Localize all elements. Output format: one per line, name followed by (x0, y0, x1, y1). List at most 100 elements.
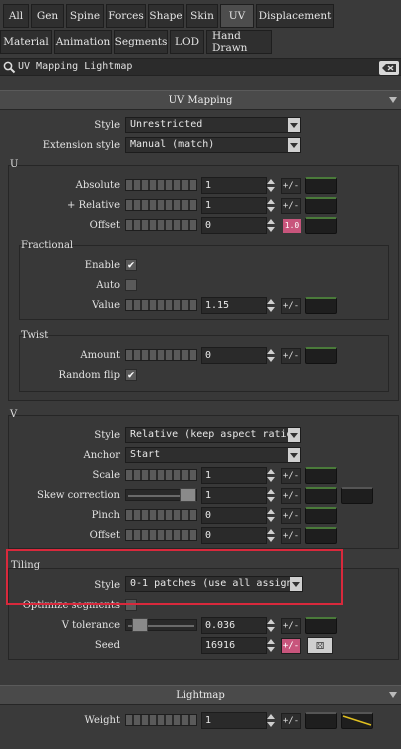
tab-all[interactable]: All (3, 4, 29, 28)
pinch-curve[interactable] (305, 507, 337, 524)
v-style-dropdown[interactable]: Relative (keep aspect ratio) (125, 427, 301, 443)
tab-uv[interactable]: UV (220, 4, 254, 28)
v-style-label: Style (94, 430, 120, 441)
pinch-pm-button[interactable]: +/- (281, 508, 301, 524)
tab-material[interactable]: Material (0, 30, 52, 54)
absolute-pm-button[interactable]: +/- (281, 178, 301, 194)
tab-spine[interactable]: Spine (66, 4, 104, 28)
tiling-style-dropdown[interactable]: 0-1 patches (use all assigned) (125, 576, 303, 592)
relative-spinner[interactable] (266, 197, 275, 214)
v-tolerance-field[interactable]: 0.036 (201, 617, 267, 634)
weight-curve[interactable] (305, 712, 337, 729)
absolute-spinner[interactable] (266, 177, 275, 194)
tab-skin[interactable]: Skin (186, 4, 218, 28)
tab-shape[interactable]: Shape (148, 4, 184, 28)
scale-curve[interactable] (305, 467, 337, 484)
tab-gen[interactable]: Gen (31, 4, 64, 28)
u-offset-field[interactable]: 0 (201, 217, 267, 234)
scale-field[interactable]: 1 (201, 467, 267, 484)
anchor-dropdown[interactable]: Start (125, 447, 301, 463)
amount-curve[interactable] (305, 347, 337, 364)
pinch-field[interactable]: 0 (201, 507, 267, 524)
fractional-value-spinner[interactable] (266, 297, 275, 314)
fractional-value-field[interactable]: 1.15 (201, 297, 267, 314)
v-tolerance-spinner[interactable] (266, 617, 275, 634)
u-offset-badge[interactable]: 1.0 (283, 219, 301, 233)
optimize-segments-checkbox[interactable] (125, 599, 137, 611)
amount-slider[interactable] (125, 349, 197, 361)
pinch-slider[interactable] (125, 509, 197, 521)
anchor-label: Anchor (83, 450, 120, 461)
weight-curve-ramp[interactable] (341, 712, 373, 729)
anchor-value: Start (130, 449, 161, 460)
u-offset-slider[interactable] (125, 219, 197, 231)
weight-slider[interactable] (125, 714, 197, 726)
search-input[interactable]: UV Mapping Lightmap (18, 61, 132, 72)
fractional-value-label: Value (92, 300, 120, 311)
auto-checkbox[interactable] (125, 279, 137, 291)
v-tolerance-pm-button[interactable]: +/- (281, 618, 301, 634)
relative-pm-button[interactable]: +/- (281, 198, 301, 214)
fractional-title: Fractional (21, 240, 74, 251)
uv-mapping-title: UV Mapping (168, 95, 233, 106)
clear-icon[interactable] (379, 61, 399, 75)
absolute-slider[interactable] (125, 179, 197, 191)
tab-displacement[interactable]: Displacement (256, 4, 334, 28)
extension-style-dropdown[interactable]: Manual (match) (125, 137, 301, 153)
v-offset-pm-button[interactable]: +/- (281, 528, 301, 544)
weight-spinner[interactable] (266, 712, 275, 729)
skew-curve-secondary[interactable] (341, 487, 373, 504)
fractional-pm-button[interactable]: +/- (281, 298, 301, 314)
skew-curve[interactable] (305, 487, 337, 504)
tab-lod[interactable]: LOD (170, 30, 204, 54)
seed-pm-button[interactable]: +/- (281, 638, 301, 654)
scale-pm-button[interactable]: +/- (281, 468, 301, 484)
fractional-value-slider[interactable] (125, 299, 197, 311)
skew-correction-slider[interactable] (125, 488, 197, 502)
skew-correction-spinner[interactable] (266, 487, 275, 504)
relative-curve[interactable] (305, 197, 337, 214)
enable-checkbox[interactable]: ✔ (125, 259, 137, 271)
amount-spinner[interactable] (266, 347, 275, 364)
v-offset-slider[interactable] (125, 529, 197, 541)
random-flip-checkbox[interactable]: ✔ (125, 369, 137, 381)
v-offset-field[interactable]: 0 (201, 527, 267, 544)
seed-field[interactable]: 16916 (201, 637, 267, 654)
absolute-field[interactable]: 1 (201, 177, 267, 194)
v-tolerance-curve[interactable] (305, 617, 337, 634)
uv-mapping-header[interactable]: UV Mapping (0, 90, 401, 110)
v-style-value: Relative (keep aspect ratio) (130, 429, 299, 440)
seed-spinner[interactable] (266, 637, 275, 654)
amount-pm-button[interactable]: +/- (281, 348, 301, 364)
relative-field[interactable]: 1 (201, 197, 267, 214)
absolute-curve[interactable] (305, 177, 337, 194)
dice-icon[interactable]: ⚄ (307, 637, 333, 654)
search-bar[interactable]: UV Mapping Lightmap (0, 58, 401, 76)
collapse-arrow-icon[interactable] (389, 692, 397, 698)
pinch-spinner[interactable] (266, 507, 275, 524)
tab-forces[interactable]: Forces (106, 4, 146, 28)
scale-spinner[interactable] (266, 467, 275, 484)
skew-correction-field[interactable]: 1 (201, 487, 267, 504)
collapse-arrow-icon[interactable] (389, 97, 397, 103)
uv-style-value: Unrestricted (130, 119, 203, 130)
weight-pm-button[interactable]: +/- (281, 713, 301, 729)
weight-field[interactable]: 1 (201, 712, 267, 729)
amount-field[interactable]: 0 (201, 347, 267, 364)
lightmap-header[interactable]: Lightmap (0, 685, 401, 705)
v-offset-curve[interactable] (305, 527, 337, 544)
v-tolerance-slider[interactable] (125, 618, 197, 632)
scale-slider[interactable] (125, 469, 197, 481)
tiling-style-value: 0-1 patches (use all assigned) (130, 578, 303, 589)
tab-segments[interactable]: Segments (114, 30, 168, 54)
tab-hand-drawn[interactable]: Hand Drawn (206, 30, 272, 54)
v-offset-spinner[interactable] (266, 527, 275, 544)
u-offset-curve[interactable] (305, 217, 337, 234)
uv-style-dropdown[interactable]: Unrestricted (125, 117, 301, 133)
u-offset-spinner[interactable] (266, 217, 275, 234)
relative-slider[interactable] (125, 199, 197, 211)
enable-label: Enable (84, 260, 120, 271)
fractional-curve[interactable] (305, 297, 337, 314)
skew-pm-button[interactable]: +/- (281, 488, 301, 504)
tab-animation[interactable]: Animation (54, 30, 112, 54)
